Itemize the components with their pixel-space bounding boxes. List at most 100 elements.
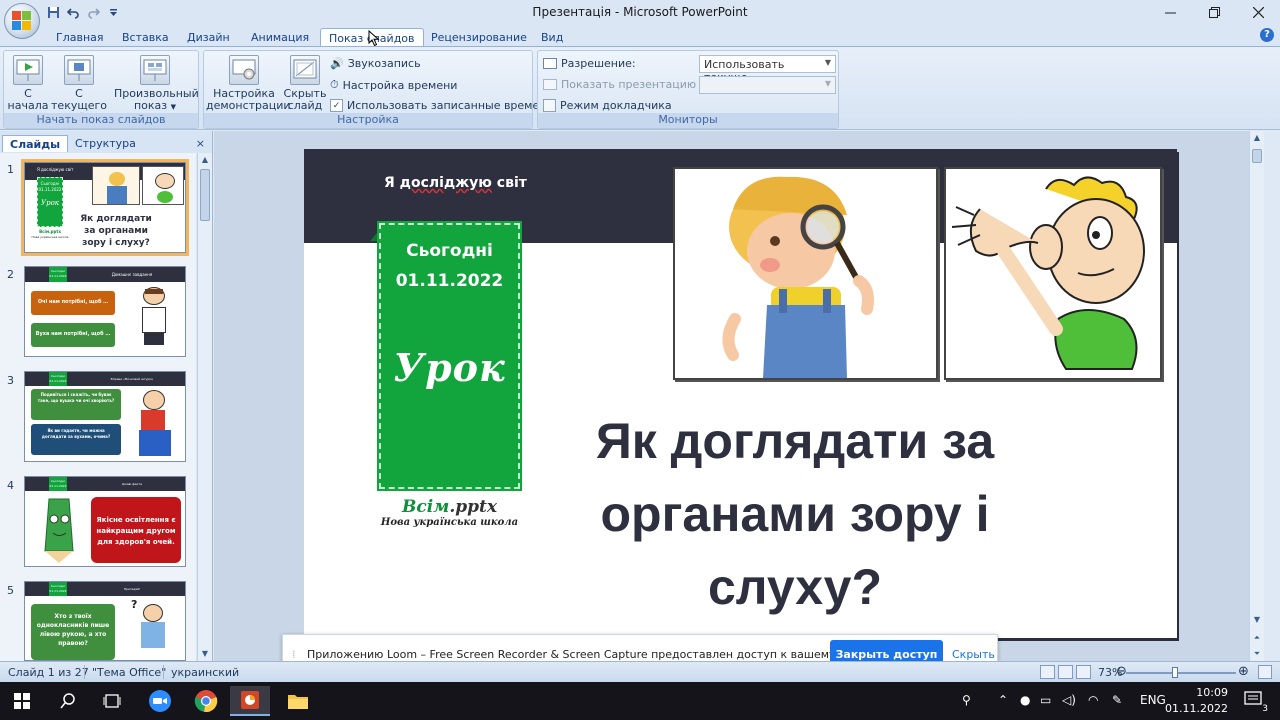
- zoom-icon[interactable]: [140, 686, 180, 716]
- file-explorer-icon[interactable]: [278, 686, 318, 716]
- divider: [163, 665, 164, 679]
- zoom-slider-knob[interactable]: [1172, 667, 1178, 678]
- tab-insert[interactable]: Вставка: [114, 28, 177, 46]
- theme-name[interactable]: "Тема Office": [92, 666, 166, 679]
- hide-slide-button[interactable]: Скрыть слайд: [282, 55, 328, 112]
- from-start-button[interactable]: С начала: [6, 55, 50, 112]
- minimize-icon[interactable]: [1148, 0, 1192, 24]
- today-label: Сьогодні: [406, 241, 493, 261]
- tab-slides[interactable]: Слайды: [2, 135, 69, 152]
- language-indicator[interactable]: украинский: [171, 666, 239, 679]
- tab-view[interactable]: Вид: [533, 28, 571, 46]
- custom-show-button[interactable]: Произвольный показ ▼: [114, 55, 199, 113]
- resolution-dropdown[interactable]: Использовать текуще... ▼: [699, 55, 836, 84]
- slide-counter: Слайд 1 из 27: [8, 666, 89, 679]
- close-panel-icon[interactable]: ×: [196, 137, 205, 150]
- group-label-start: Начать показ слайдов: [4, 113, 198, 128]
- office-logo-icon: [12, 11, 32, 31]
- scrollbar-thumb[interactable]: [200, 169, 210, 221]
- tab-animation[interactable]: Анимация: [243, 28, 317, 46]
- scroll-down-icon[interactable]: ▼: [1250, 613, 1264, 627]
- system-clock[interactable]: 10:09 01.11.2022: [1165, 685, 1228, 717]
- people-icon[interactable]: ⚲: [962, 693, 971, 707]
- use-timings-checkbox[interactable]: ✓ Использовать записанные времена: [330, 99, 553, 112]
- windows-start-icon[interactable]: [2, 686, 42, 716]
- thumb-topic: Я досліджую світ: [37, 167, 74, 172]
- setup-show-button[interactable]: Настройка демонстрации: [206, 55, 291, 112]
- thumb-date: 01.11.2022: [38, 187, 62, 192]
- custom-show-label: Произвольный показ: [114, 87, 199, 112]
- zoom-in-icon[interactable]: ⊕: [1238, 664, 1249, 679]
- tab-design[interactable]: Дизайн: [179, 28, 238, 46]
- thumb-picture-child: [143, 390, 165, 410]
- window-controls: [1148, 0, 1280, 24]
- notifications-icon[interactable]: 3: [1244, 691, 1268, 714]
- scroll-down-icon[interactable]: ▼: [198, 647, 212, 661]
- slide-canvas[interactable]: Я досліджую світ Сьогодні 01.11.2022 Уро…: [304, 149, 1177, 638]
- close-icon[interactable]: [1236, 0, 1280, 24]
- chrome-icon[interactable]: [186, 686, 226, 716]
- presenter-view-checkbox[interactable]: Режим докладчика: [543, 99, 672, 112]
- hide-banner-link[interactable]: Скрыть: [952, 648, 995, 661]
- tab-home[interactable]: Главная: [48, 28, 112, 46]
- battery-icon[interactable]: ▭: [1040, 693, 1051, 707]
- record-label: Звукозапись: [347, 57, 421, 70]
- thumb-header: Домашнє завдання: [111, 272, 153, 277]
- tab-review[interactable]: Рецензирование: [423, 28, 535, 46]
- slide-topic-part: Я: [384, 175, 400, 191]
- scroll-up-icon[interactable]: ▲: [1250, 131, 1264, 145]
- thumb-date: 01.11.2022: [49, 379, 67, 383]
- pen-icon[interactable]: ✎: [1112, 693, 1122, 707]
- slide-topic: Я досліджую світ: [384, 175, 527, 191]
- window-title: Презентація - Microsoft PowerPoint: [532, 5, 748, 19]
- thumb-today: Сьогодні: [40, 181, 60, 186]
- office-button[interactable]: [4, 3, 40, 39]
- drag-handle-icon[interactable]: ⁞: [292, 648, 296, 661]
- monitor-icon: [543, 58, 557, 69]
- wifi-icon[interactable]: ◠: [1088, 693, 1098, 707]
- network-icon[interactable]: ●: [1020, 693, 1030, 707]
- thumb-picture-ear: [142, 166, 184, 205]
- next-slide-icon[interactable]: ⏷: [1250, 647, 1264, 661]
- show-on-dropdown[interactable]: ▼: [699, 76, 836, 94]
- input-language[interactable]: ENG: [1140, 693, 1166, 707]
- record-narration-button[interactable]: 🔊 Звукозапись: [330, 57, 421, 70]
- thumb-header: Цікаві факти: [121, 482, 143, 486]
- slideshow-view-icon[interactable]: [1076, 665, 1091, 679]
- slide-sorter-icon[interactable]: [1058, 665, 1073, 679]
- scrollbar-thumb[interactable]: [1252, 149, 1262, 163]
- slide-scrollbar[interactable]: ▲ ▼ ⏶ ⏷: [1249, 131, 1264, 661]
- slide-thumbnail-3[interactable]: Сьогодні 01.11.2022 Вправа «Мозковий шту…: [24, 371, 186, 462]
- picture-cartoon-listening[interactable]: [944, 167, 1162, 380]
- thumb-box2: Як ви гадаєте, чи можна доглядати за вух…: [41, 428, 111, 439]
- resolution-row: Разрешение:: [543, 57, 636, 70]
- slide-thumbnail-5[interactable]: Сьогодні 01.11.2022 Пригадай! Хто з твої…: [24, 581, 186, 661]
- slide-thumbnail-2[interactable]: Сьогодні 01.11.2022 Домашнє завдання Очі…: [24, 266, 186, 357]
- title-line: органами зору і: [600, 486, 990, 542]
- volume-icon[interactable]: ◁): [1062, 693, 1076, 707]
- scroll-up-icon[interactable]: ▲: [198, 153, 212, 167]
- help-icon[interactable]: ?: [1260, 28, 1274, 42]
- zoom-slider[interactable]: [1126, 672, 1236, 674]
- previous-slide-icon[interactable]: ⏶: [1250, 631, 1264, 645]
- slide-thumbnail-1[interactable]: Я досліджую світ Сьогодні 01.11.2022 Уро…: [21, 159, 189, 256]
- rehearse-timings-button[interactable]: ⏱ Настройка времени: [330, 78, 457, 92]
- tray-expand-icon[interactable]: ⌃: [998, 693, 1008, 707]
- task-view-icon[interactable]: [92, 686, 132, 716]
- tab-outline[interactable]: Структура: [68, 135, 143, 152]
- picture-boy-magnifier[interactable]: [673, 167, 938, 380]
- powerpoint-icon[interactable]: [230, 686, 270, 716]
- fit-to-window-icon[interactable]: [1258, 665, 1272, 679]
- normal-view-icon[interactable]: [1040, 665, 1055, 679]
- thumbnail-scrollbar[interactable]: ▲ ▼: [197, 153, 212, 661]
- slide-thumbnail-4[interactable]: Сьогодні 01.11.2022 Цікаві факти Якісне …: [24, 476, 186, 567]
- restore-icon[interactable]: [1192, 0, 1236, 24]
- slide-title[interactable]: Як доглядати за органами зору і слуху?: [552, 405, 1038, 624]
- hide-slide-icon: [290, 55, 320, 85]
- loom-message: Приложению Loom – Free Screen Recorder &…: [307, 648, 883, 661]
- thumb-header: Вправа «Мозковий штурм»: [110, 377, 154, 381]
- search-icon[interactable]: [48, 686, 88, 716]
- divider: [84, 665, 85, 679]
- from-start-label: С начала: [7, 87, 49, 112]
- ribbon-tabs: Главная Вставка Дизайн Анимация Показ сл…: [0, 24, 1280, 47]
